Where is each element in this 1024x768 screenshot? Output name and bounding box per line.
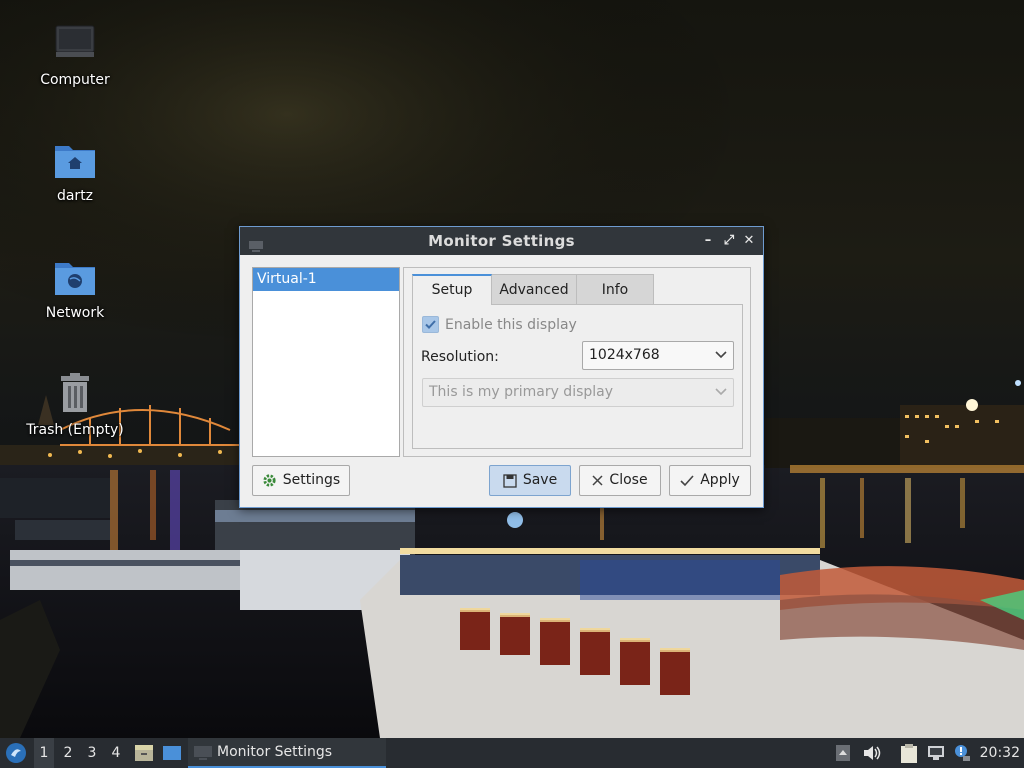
app-menu-logo-icon (6, 743, 26, 763)
desktop-icon-computer[interactable]: Computer (20, 22, 130, 88)
workspace-4[interactable]: 4 (106, 738, 126, 768)
window-title: Monitor Settings (428, 232, 575, 250)
trash-icon (53, 372, 97, 416)
desktop-icon-home[interactable]: dartz (20, 138, 130, 204)
clipboard-tray-button[interactable] (900, 738, 920, 768)
speaker-icon (864, 746, 881, 760)
tray-arrow-icon (836, 745, 850, 761)
desktop-icon-network[interactable]: Network (20, 255, 130, 321)
close-window-button[interactable]: ✕ (741, 233, 757, 249)
desktop-icon-label: Network (45, 305, 105, 321)
maximize-button[interactable]: ⤢ (721, 233, 737, 249)
tab-info[interactable]: Info (576, 274, 654, 304)
enable-display-label: Enable this display (445, 317, 577, 333)
desktop-icon-label: Computer (40, 72, 110, 88)
tab-setup[interactable]: Setup (412, 274, 492, 305)
taskbar: 1 2 3 4 Monitor Settings 20:32 (0, 738, 1024, 768)
chevron-down-icon (715, 388, 727, 396)
settings-button-label: Settings (282, 472, 341, 488)
taskbar-clock[interactable]: 20:32 (980, 738, 1020, 768)
workspace-2[interactable]: 2 (58, 738, 78, 768)
taskbar-task-monitor-settings[interactable]: Monitor Settings (188, 738, 386, 768)
taskbar-task-title: Monitor Settings (217, 744, 333, 760)
tab-advanced[interactable]: Advanced (491, 274, 577, 304)
monitor-list[interactable]: Virtual-1 (252, 267, 400, 457)
settings-button[interactable]: Settings (252, 465, 350, 496)
apply-button-label: Apply (700, 472, 740, 488)
primary-display-value: This is my primary display (429, 384, 614, 400)
monitor-settings-window: Monitor Settings – ⤢ ✕ Virtual-1 Setup A… (239, 226, 764, 508)
minimize-button[interactable]: – (700, 233, 716, 249)
save-button[interactable]: Save (489, 465, 571, 496)
volume-tray-button[interactable] (863, 738, 883, 768)
file-cabinet-icon (135, 745, 153, 761)
close-button[interactable]: Close (579, 465, 661, 496)
workspace-3[interactable]: 3 (82, 738, 102, 768)
enable-display-checkbox[interactable] (422, 316, 439, 333)
desktop-icon (163, 746, 181, 760)
window-titlebar[interactable]: Monitor Settings – ⤢ ✕ (240, 227, 763, 255)
save-button-label: Save (522, 472, 558, 488)
network-folder-icon (53, 255, 97, 299)
setup-tab-content: Enable this display Resolution: 1024x768… (412, 304, 743, 449)
file-manager-launcher[interactable] (134, 738, 156, 768)
settings-tab-panel: Setup Advanced Info Enable this display … (403, 267, 751, 457)
settings-gear-icon (263, 474, 276, 487)
checkmark-icon (680, 474, 694, 486)
resolution-label: Resolution: (421, 349, 499, 365)
resolution-select[interactable]: 1024x768 (582, 341, 734, 370)
update-notification-icon (955, 745, 970, 761)
desktop-icon-trash[interactable]: Trash (Empty) (20, 372, 130, 438)
monitor-list-item[interactable]: Virtual-1 (253, 268, 399, 291)
close-button-label: Close (609, 472, 648, 488)
network-tray-button[interactable] (927, 738, 947, 768)
home-folder-icon (53, 138, 97, 182)
clipboard-icon (901, 744, 917, 763)
network-wired-icon (928, 746, 944, 760)
primary-display-select[interactable]: This is my primary display (422, 378, 734, 407)
save-icon (503, 473, 517, 488)
monitor-icon (194, 746, 212, 760)
workspace-1[interactable]: 1 (34, 738, 54, 768)
resolution-value: 1024x768 (589, 347, 660, 363)
close-icon (592, 475, 603, 486)
desktop-icon-label: Trash (Empty) (26, 422, 124, 438)
tray-up-arrow[interactable] (836, 738, 852, 768)
chevron-down-icon (715, 351, 727, 359)
desktop-icon-label: dartz (56, 188, 94, 204)
updates-tray-button[interactable] (953, 738, 973, 768)
computer-icon (53, 22, 97, 66)
checkmark-icon (425, 320, 436, 329)
start-menu-button[interactable] (4, 738, 28, 768)
show-desktop-button[interactable] (162, 738, 184, 768)
apply-button[interactable]: Apply (669, 465, 751, 496)
